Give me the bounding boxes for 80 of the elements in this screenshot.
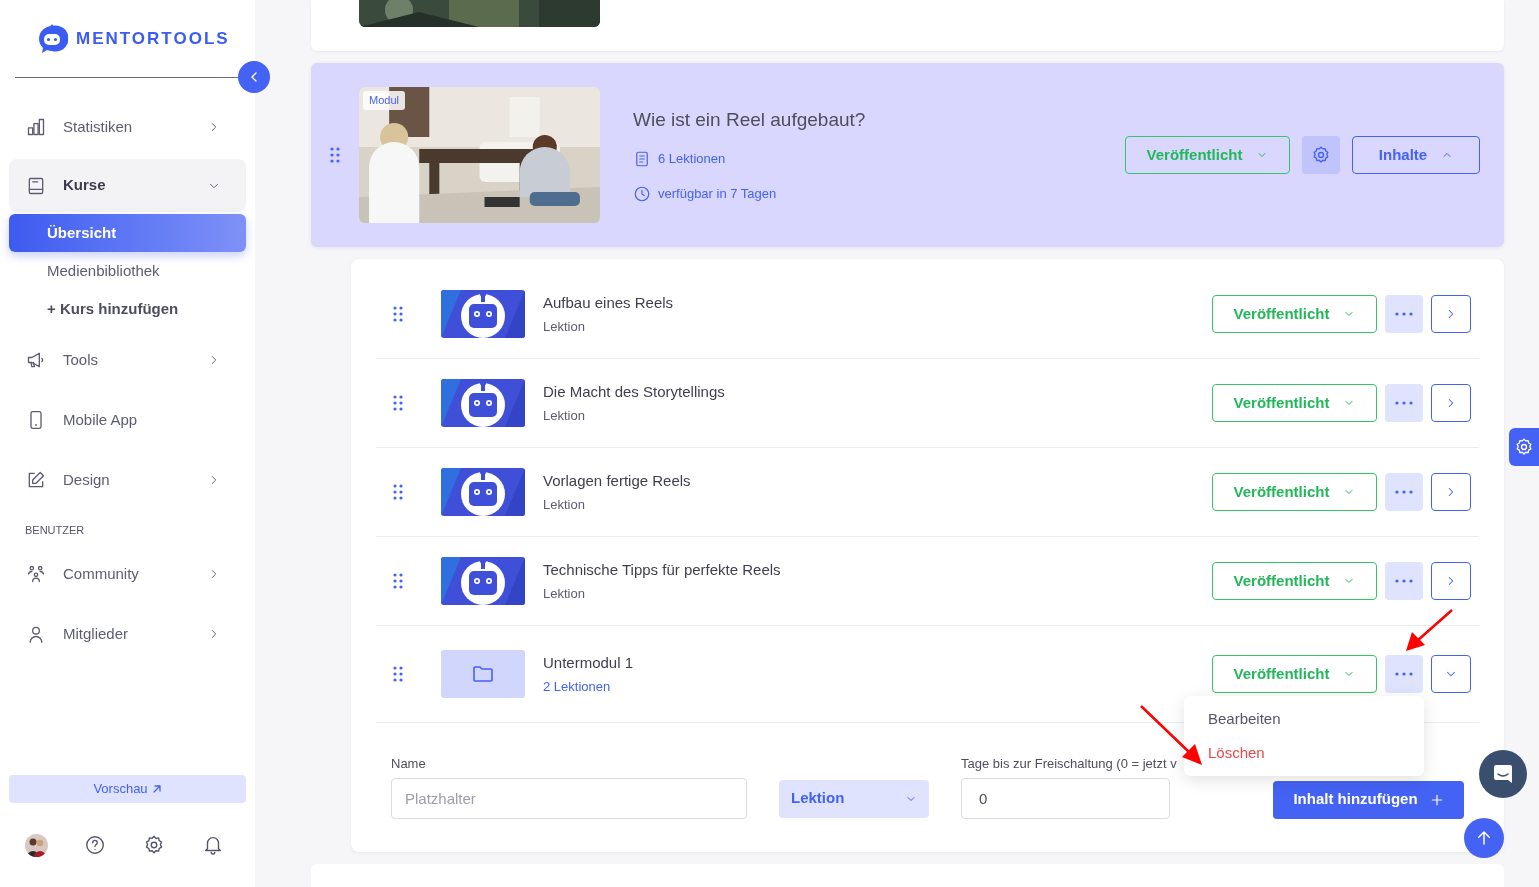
field-label: Tage bis zur Freischaltung (0 = jetzt v	[961, 755, 1178, 773]
field-label: Name	[391, 755, 427, 773]
status-dropdown[interactable]: Veröffentlicht	[1212, 295, 1377, 333]
name-input[interactable]: Platzhalter	[391, 777, 747, 819]
chat-button[interactable]	[1479, 750, 1527, 798]
status-dropdown[interactable]: Veröffentlicht	[1212, 562, 1377, 600]
chart-icon	[26, 117, 46, 137]
open-button[interactable]	[1431, 473, 1471, 511]
days-input[interactable]: 0	[961, 777, 1170, 819]
arrow-up-icon	[1475, 829, 1493, 847]
add-content-button[interactable]: Inhalt hinzufügen	[1273, 780, 1464, 819]
nav-item[interactable]: Design	[9, 452, 246, 508]
item-type: Lektion	[543, 495, 586, 514]
submenu-item[interactable]: + Kurs hinzufügen	[9, 290, 246, 328]
contents-button[interactable]: Inhalte	[1352, 136, 1480, 174]
submenu-item[interactable]: Übersicht	[9, 214, 246, 252]
clock-icon	[633, 185, 651, 203]
module-title: Wie ist ein Reel aufgebaut?	[633, 108, 867, 133]
brand-name: MENTORTOOLS	[76, 28, 230, 51]
people-icon	[26, 564, 46, 584]
drag-handle-icon	[330, 147, 340, 163]
lesson-count: 6 Lektionen	[658, 149, 726, 168]
plus-icon	[1429, 792, 1444, 807]
nav-item[interactable]: Mobile App	[9, 392, 246, 448]
status-dropdown[interactable]: Veröffentlicht	[1212, 384, 1377, 422]
item-type: Lektion	[543, 406, 586, 425]
more-icon	[1395, 490, 1413, 494]
item-title: Untermodul 1	[543, 653, 635, 673]
open-button[interactable]	[1431, 295, 1471, 333]
settings-icon	[1311, 145, 1331, 165]
nav-item[interactable]: Community	[9, 546, 246, 602]
nav-item[interactable]: Statistiken	[9, 99, 246, 155]
external-link-icon	[151, 784, 162, 794]
status-dropdown[interactable]: Veröffentlicht	[1212, 655, 1377, 693]
avatar[interactable]	[25, 833, 48, 857]
settings-icon	[143, 834, 165, 856]
open-button[interactable]	[1431, 562, 1471, 600]
nav-item[interactable]: Tools	[9, 332, 246, 388]
item-title: Die Macht des Storytellings	[543, 382, 726, 402]
menu-item[interactable]: Löschen	[1184, 736, 1424, 770]
module-badge: Modul	[363, 91, 405, 110]
status-dropdown[interactable]: Veröffentlicht	[1212, 473, 1377, 511]
drag-handle-icon	[393, 395, 403, 411]
more-icon	[1395, 312, 1413, 316]
expand-button[interactable]	[1431, 655, 1471, 693]
pencil-icon	[26, 470, 46, 490]
bell-icon	[202, 834, 224, 856]
item-title: Vorlagen fertige Reels	[543, 471, 692, 491]
help-button[interactable]	[83, 833, 107, 857]
megaphone-icon	[26, 350, 46, 370]
availability-text: verfügbar in 7 Tagen	[658, 185, 777, 204]
collapse-sidebar-button[interactable]	[238, 61, 270, 93]
book-icon	[26, 175, 46, 196]
settings-icon	[1514, 437, 1534, 457]
item-type: Lektion	[543, 584, 586, 603]
preview-button[interactable]: Vorschau	[9, 775, 246, 803]
item-type: Lektion	[543, 317, 586, 336]
type-select[interactable]: Lektion	[779, 779, 929, 818]
lesson-count: 2 Lektionen	[543, 677, 612, 696]
annotation-arrow	[1406, 609, 1453, 651]
menu-item[interactable]: Bearbeiten	[1184, 702, 1424, 736]
drag-handle-icon	[393, 666, 403, 682]
item-title: Aufbau eines Reels	[543, 293, 675, 313]
help-icon	[84, 834, 106, 856]
more-icon	[1395, 672, 1413, 676]
document-icon	[633, 149, 651, 168]
section-label: BENUTZER	[24, 523, 86, 538]
settings-tab[interactable]	[1509, 428, 1539, 466]
nav-item[interactable]: Mitglieder	[9, 606, 246, 662]
item-title: Technische Tipps für perfekte Reels	[543, 560, 782, 580]
nav-item[interactable]: Kurse	[9, 159, 246, 212]
drag-handle-icon	[393, 573, 403, 589]
chat-icon	[1491, 762, 1515, 786]
robot-logo-icon	[36, 23, 68, 55]
drag-handle-icon	[393, 306, 403, 322]
more-icon	[1395, 579, 1413, 583]
submenu-item[interactable]: Medienbibliothek	[9, 252, 246, 290]
open-button[interactable]	[1431, 384, 1471, 422]
drag-handle-icon	[393, 484, 403, 500]
more-icon	[1395, 401, 1413, 405]
